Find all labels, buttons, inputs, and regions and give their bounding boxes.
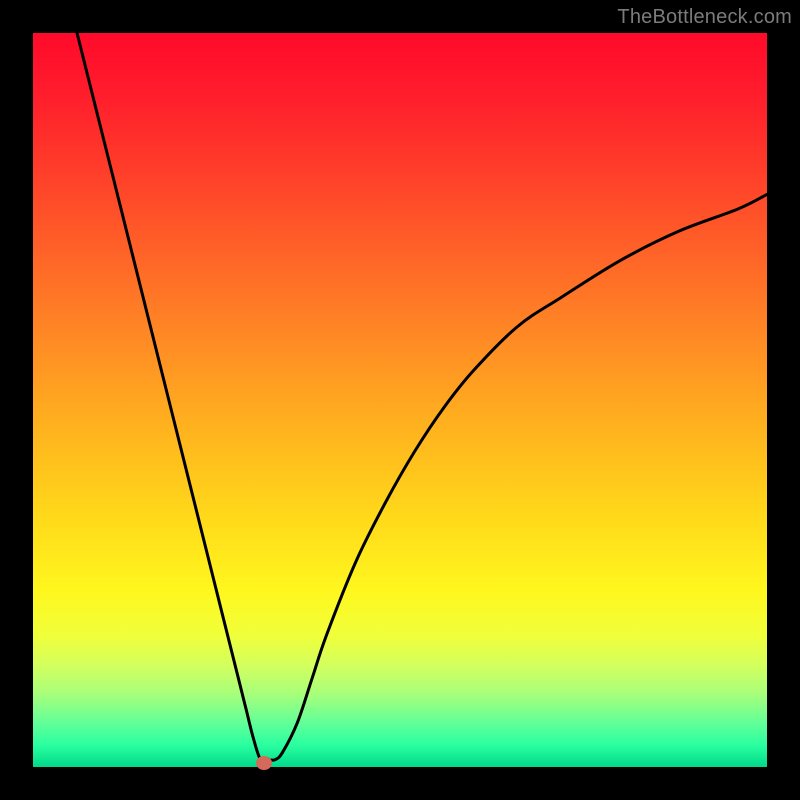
bottleneck-curve (33, 33, 767, 767)
chart-frame: TheBottleneck.com (0, 0, 800, 800)
plot-area (33, 33, 767, 767)
optimum-marker (256, 756, 272, 770)
watermark-text: TheBottleneck.com (617, 6, 792, 29)
